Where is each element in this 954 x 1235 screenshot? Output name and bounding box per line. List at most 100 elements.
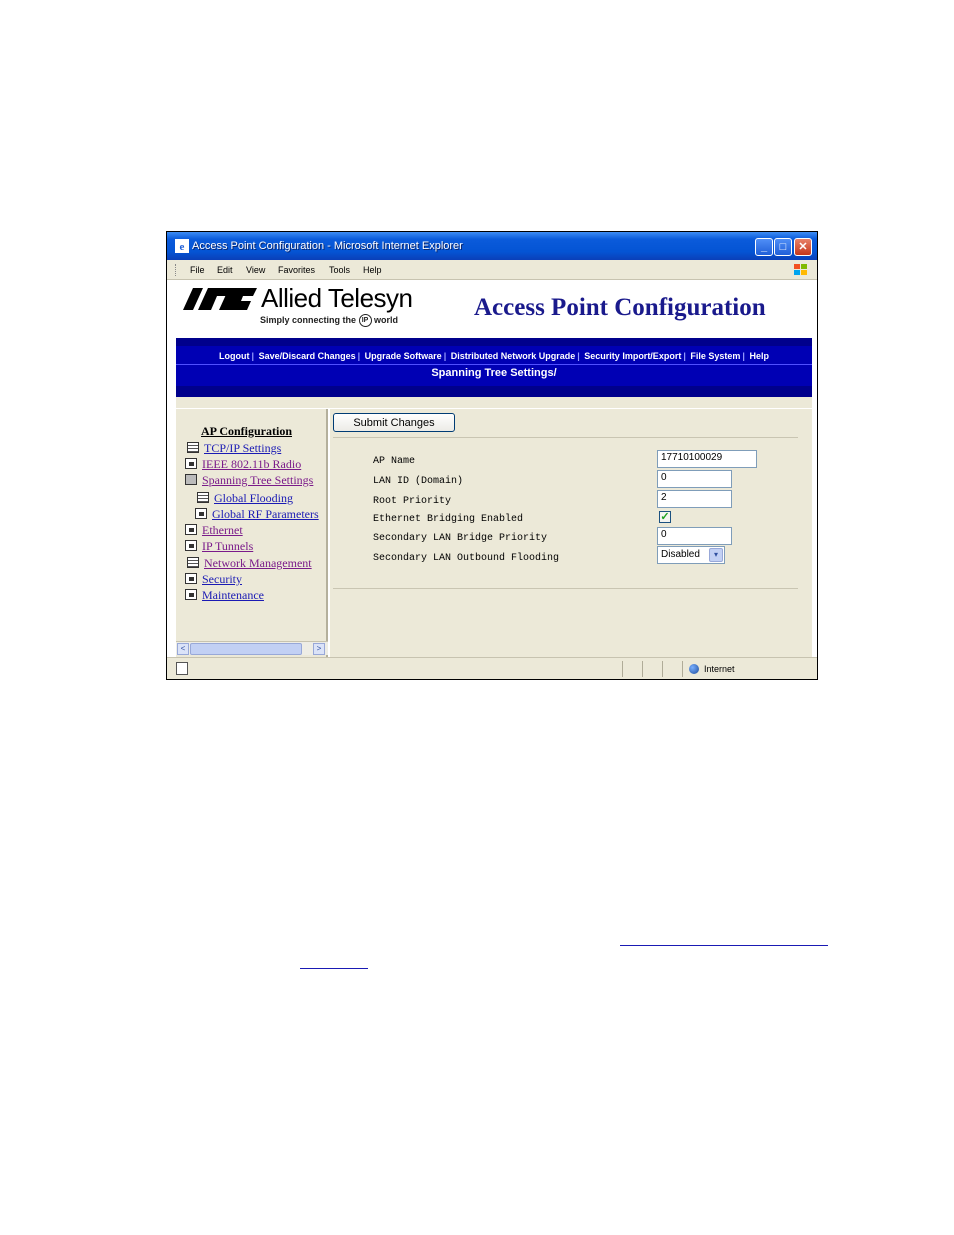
folder-icon (185, 540, 197, 551)
sidebar-item-label[interactable]: IP Tunnels (202, 539, 253, 553)
sidebar-item-label[interactable]: TCP/IP Settings (204, 441, 281, 455)
submit-changes-button[interactable]: Submit Changes (333, 413, 455, 432)
allied-telesyn-logo-icon (183, 288, 257, 310)
nav-separator: | (683, 351, 686, 361)
ap-name-input[interactable]: 17710100029 (657, 450, 757, 468)
lan-id-input[interactable]: 0 (657, 470, 732, 488)
root-priority-input[interactable]: 2 (657, 490, 732, 508)
nav-distributed-upgrade-link[interactable]: Distributed Network Upgrade (451, 351, 576, 361)
status-divider (662, 661, 663, 677)
menu-tools[interactable]: Tools (329, 260, 350, 280)
sidebar-item-global-flooding[interactable]: Global Flooding (197, 491, 293, 506)
chevron-down-icon[interactable]: ▾ (709, 548, 723, 562)
nav-separator: | (251, 351, 255, 361)
sidebar-tree: AP Configuration TCP/IP Settings IEEE 80… (176, 409, 328, 657)
scroll-left-button[interactable]: < (177, 643, 189, 655)
svg-text:e: e (180, 241, 185, 253)
ap-name-label: AP Name (373, 456, 416, 467)
document-icon (187, 557, 199, 568)
minimize-button[interactable]: _ (755, 238, 773, 256)
toolbar-grip[interactable] (175, 264, 177, 276)
breadcrumb: Spanning Tree Settings/ (431, 367, 557, 379)
menu-bar: File Edit View Favorites Tools Help (167, 260, 817, 280)
folder-icon (185, 458, 197, 469)
page-title: Access Point Configuration (474, 294, 766, 321)
sidebar-item-maintenance[interactable]: Maintenance (185, 588, 264, 603)
nav-bar: Logout | Save/Discard Changes | Upgrade So… (176, 338, 812, 397)
globe-icon (689, 664, 699, 674)
sidebar-item-label[interactable]: Global RF Parameters (212, 507, 319, 521)
menu-edit[interactable]: Edit (217, 260, 233, 280)
sidebar-item-spanning-tree[interactable]: Spanning Tree Settings (185, 473, 313, 488)
document-link-underline[interactable] (300, 968, 368, 969)
folder-icon (185, 589, 197, 600)
status-divider (682, 661, 683, 677)
sidebar-item-label[interactable]: Network Management (204, 556, 312, 570)
nav-logout-link[interactable]: Logout (219, 351, 250, 361)
secondary-outbound-flooding-select[interactable]: Disabled ▾ (657, 546, 725, 564)
nav-save-discard-link[interactable]: Save/Discard Changes (259, 351, 356, 361)
form-divider (333, 588, 798, 589)
folder-icon (195, 508, 207, 519)
sidebar-item-label[interactable]: Global Flooding (214, 491, 293, 505)
nav-separator: | (742, 351, 745, 361)
header-banner: Allied Telesyn Simply connecting the IP … (176, 280, 812, 338)
sidebar-item-label[interactable]: Ethernet (202, 523, 243, 537)
sidebar-item-radio[interactable]: IEEE 802.11b Radio (185, 457, 301, 472)
sidebar-item-ethernet[interactable]: Ethernet (185, 523, 243, 538)
ethernet-bridging-label: Ethernet Bridging Enabled (373, 514, 524, 525)
ip-circle-icon: IP (358, 314, 372, 327)
title-bar[interactable]: e Access Point Configuration - Microsoft… (167, 232, 817, 260)
nav-separator: | (443, 351, 447, 361)
status-divider (642, 661, 643, 677)
status-bar: Internet (167, 657, 817, 679)
page-status-icon (176, 662, 188, 675)
nav-band-top (176, 338, 812, 346)
ethernet-bridging-checkbox[interactable]: ✓ (659, 511, 671, 523)
sidebar-item-tcpip[interactable]: TCP/IP Settings (187, 441, 281, 456)
secondary-outbound-flooding-label: Secondary LAN Outbound Flooding (373, 553, 560, 564)
tree-heading[interactable]: AP Configuration (201, 424, 292, 439)
nav-divider (176, 364, 812, 365)
scroll-thumb[interactable] (190, 643, 302, 655)
document-link-underline[interactable] (620, 945, 828, 946)
lan-id-label: LAN ID (Domain) (373, 476, 464, 487)
menu-file[interactable]: File (190, 260, 205, 280)
sidebar-item-security[interactable]: Security (185, 572, 242, 587)
status-divider (622, 661, 623, 677)
browser-window: e Access Point Configuration - Microsoft… (166, 231, 818, 680)
select-value: Disabled (661, 549, 700, 560)
menu-view[interactable]: View (246, 260, 265, 280)
sidebar-item-global-rf[interactable]: Global RF Parameters (195, 507, 319, 522)
ie-logo-icon: e (175, 239, 189, 253)
tagline-text-before: Simply connecting the (260, 314, 357, 325)
sidebar-item-label[interactable]: IEEE 802.11b Radio (202, 457, 301, 471)
nav-band-bottom (176, 386, 812, 397)
nav-help-link[interactable]: Help (749, 351, 769, 361)
open-folder-icon (185, 474, 197, 485)
sidebar-item-label[interactable]: Maintenance (202, 588, 264, 602)
scroll-right-button[interactable]: > (313, 643, 325, 655)
sidebar-item-ip-tunnels[interactable]: IP Tunnels (185, 539, 253, 554)
document-icon (197, 492, 209, 503)
sidebar-item-label[interactable]: Spanning Tree Settings (202, 473, 313, 487)
sidebar-horizontal-scrollbar[interactable]: < > (176, 641, 328, 655)
nav-upgrade-software-link[interactable]: Upgrade Software (365, 351, 442, 361)
settings-form: Submit Changes AP Name 17710100029 LAN I… (330, 409, 812, 657)
nav-separator: | (357, 351, 361, 361)
sidebar-item-label[interactable]: Security (202, 572, 242, 586)
menu-favorites[interactable]: Favorites (278, 260, 315, 280)
root-priority-label: Root Priority (373, 496, 452, 507)
nav-file-system-link[interactable]: File System (690, 351, 740, 361)
brand-tagline: Simply connecting the IP world (260, 314, 398, 327)
close-button[interactable]: ✕ (794, 238, 812, 256)
maximize-button[interactable]: □ (774, 238, 792, 256)
folder-icon (185, 524, 197, 535)
nav-links: Logout | Save/Discard Changes | Upgrade So… (176, 348, 812, 364)
menu-help[interactable]: Help (363, 260, 382, 280)
sidebar-item-network-mgmt[interactable]: Network Management (187, 556, 312, 571)
secondary-bridge-priority-input[interactable]: 0 (657, 527, 732, 545)
nav-security-import-export-link[interactable]: Security Import/Export (584, 351, 681, 361)
secondary-bridge-priority-label: Secondary LAN Bridge Priority (373, 533, 548, 544)
folder-icon (185, 573, 197, 584)
